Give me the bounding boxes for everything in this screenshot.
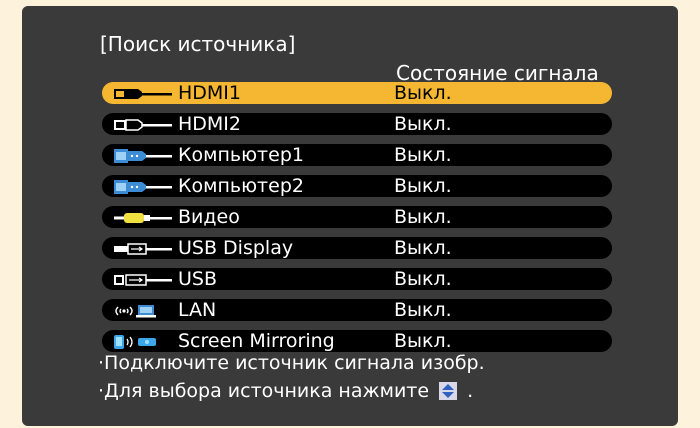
source-row-usb[interactable]: USB Выкл. (102, 268, 612, 290)
source-search-screen: [Поиск источника] Состояние сигнала HDMI… (22, 6, 678, 426)
source-status: Выкл. (394, 299, 452, 321)
hdmi-connector-icon (112, 116, 176, 132)
source-row-computer2[interactable]: Компьютер2 Выкл. (102, 175, 612, 197)
source-label: Видео (178, 206, 240, 228)
page-title: [Поиск источника] (100, 32, 296, 56)
source-label: USB (178, 268, 218, 290)
source-row-computer1[interactable]: Компьютер1 Выкл. (102, 144, 612, 166)
select-source-hint-text: ·Для выбора источника нажмите (98, 380, 430, 402)
source-status: Выкл. (394, 330, 452, 352)
source-label: Компьютер1 (178, 144, 304, 166)
source-row-hdmi1[interactable]: HDMI1 Выкл. (102, 82, 612, 104)
source-status: Выкл. (394, 268, 452, 290)
rca-video-connector-icon (112, 209, 176, 225)
up-down-arrow-icon (439, 382, 458, 400)
screen-mirroring-icon (112, 333, 176, 349)
source-row-hdmi2[interactable]: HDMI2 Выкл. (102, 113, 612, 135)
source-label: Компьютер2 (178, 175, 304, 197)
source-status: Выкл. (394, 206, 452, 228)
select-source-hint-period: . (467, 380, 474, 402)
source-row-usb-display[interactable]: USB Display Выкл. (102, 237, 612, 259)
source-status: Выкл. (394, 237, 452, 259)
source-label: HDMI1 (178, 82, 242, 104)
source-row-screen-mirroring[interactable]: Screen Mirroring Выкл. (102, 330, 612, 352)
hdmi-connector-icon (112, 85, 176, 101)
source-status: Выкл. (394, 175, 452, 197)
source-row-video[interactable]: Видео Выкл. (102, 206, 612, 228)
connect-source-hint: ·Подключите источник сигнала изобр. (98, 352, 485, 374)
source-row-lan[interactable]: LAN Выкл. (102, 299, 612, 321)
source-label: Screen Mirroring (178, 330, 335, 352)
source-label: HDMI2 (178, 113, 242, 135)
usb-port-icon (112, 271, 176, 287)
usb-connector-icon (112, 240, 176, 256)
source-status: Выкл. (394, 82, 452, 104)
vga-connector-icon (112, 147, 176, 163)
source-status: Выкл. (394, 144, 452, 166)
source-label: USB Display (178, 237, 294, 259)
select-source-hint: ·Для выбора источника нажмите . (98, 380, 473, 402)
wireless-lan-icon (112, 302, 176, 318)
vga-connector-icon (112, 178, 176, 194)
source-status: Выкл. (394, 113, 452, 135)
source-label: LAN (178, 299, 217, 321)
